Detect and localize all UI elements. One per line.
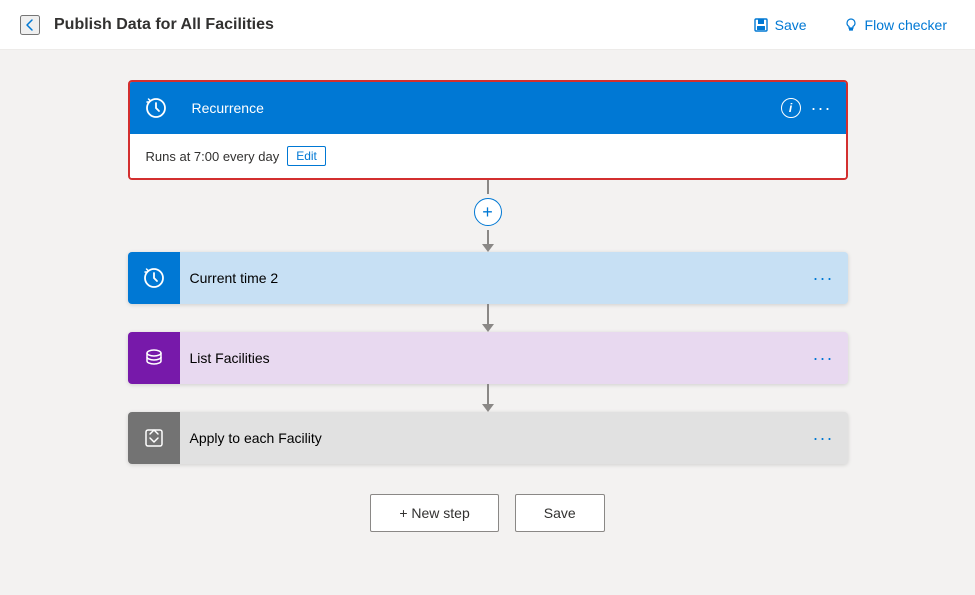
connector-line-3	[487, 304, 489, 324]
current-time-more-icon[interactable]: ···	[813, 268, 834, 289]
apply-each-title: Apply to each Facility	[180, 430, 813, 446]
apply-each-icon-box	[128, 412, 180, 464]
flow-container: Recurrence i ··· Runs at 7:00 every day …	[128, 80, 848, 532]
back-button[interactable]	[20, 15, 40, 35]
flow-checker-button[interactable]: Flow checker	[835, 13, 955, 37]
page-title: Publish Data for All Facilities	[54, 16, 745, 34]
recurrence-block: Recurrence i ··· Runs at 7:00 every day …	[128, 80, 848, 180]
flow-checker-icon	[843, 17, 859, 33]
connector-arrow-1	[482, 244, 494, 252]
current-time-title: Current time 2	[180, 270, 813, 286]
connector-arrow-2	[482, 324, 494, 332]
add-step-button-1[interactable]: +	[474, 198, 502, 226]
database-icon	[143, 347, 165, 369]
bottom-actions: + New step Save	[370, 494, 604, 532]
apply-each-header: Apply to each Facility ···	[128, 412, 848, 464]
recurrence-edit-button[interactable]: Edit	[287, 146, 326, 166]
clock-icon	[144, 96, 168, 120]
recurrence-more-icon[interactable]: ···	[811, 98, 832, 119]
connector-line-1	[487, 180, 489, 194]
recurrence-header: Recurrence i ···	[130, 82, 846, 134]
save-icon	[753, 17, 769, 33]
save-label: Save	[775, 17, 807, 33]
apply-each-more-icon[interactable]: ···	[813, 428, 834, 449]
connector-2	[482, 304, 494, 332]
recurrence-body: Runs at 7:00 every day Edit	[130, 134, 846, 178]
current-time-actions: ···	[813, 268, 834, 289]
flow-checker-label: Flow checker	[865, 17, 947, 33]
bottom-save-button[interactable]: Save	[515, 494, 605, 532]
recurrence-body-text: Runs at 7:00 every day	[146, 149, 280, 164]
list-facilities-header: List Facilities ···	[128, 332, 848, 384]
current-time-clock-icon	[142, 266, 166, 290]
loop-icon	[143, 427, 165, 449]
flow-canvas: Recurrence i ··· Runs at 7:00 every day …	[0, 50, 975, 595]
recurrence-icon-box	[130, 82, 182, 134]
save-button[interactable]: Save	[745, 13, 815, 37]
header-actions: Save Flow checker	[745, 13, 955, 37]
list-facilities-block: List Facilities ···	[128, 332, 848, 384]
list-facilities-actions: ···	[813, 348, 834, 369]
recurrence-actions: i ···	[781, 98, 832, 119]
app-header: Publish Data for All Facilities Save Flo…	[0, 0, 975, 50]
current-time-icon-box	[128, 252, 180, 304]
apply-each-actions: ···	[813, 428, 834, 449]
list-facilities-more-icon[interactable]: ···	[813, 348, 834, 369]
connector-1: +	[474, 180, 502, 252]
apply-each-block: Apply to each Facility ···	[128, 412, 848, 464]
connector-arrow-3	[482, 404, 494, 412]
current-time-header: Current time 2 ···	[128, 252, 848, 304]
connector-3	[482, 384, 494, 412]
connector-line-4	[487, 384, 489, 404]
list-facilities-title: List Facilities	[180, 350, 813, 366]
recurrence-info-icon[interactable]: i	[781, 98, 801, 118]
connector-line-2	[487, 230, 489, 244]
list-facilities-icon-box	[128, 332, 180, 384]
recurrence-title: Recurrence	[182, 100, 781, 116]
current-time-block: Current time 2 ···	[128, 252, 848, 304]
new-step-button[interactable]: + New step	[370, 494, 498, 532]
